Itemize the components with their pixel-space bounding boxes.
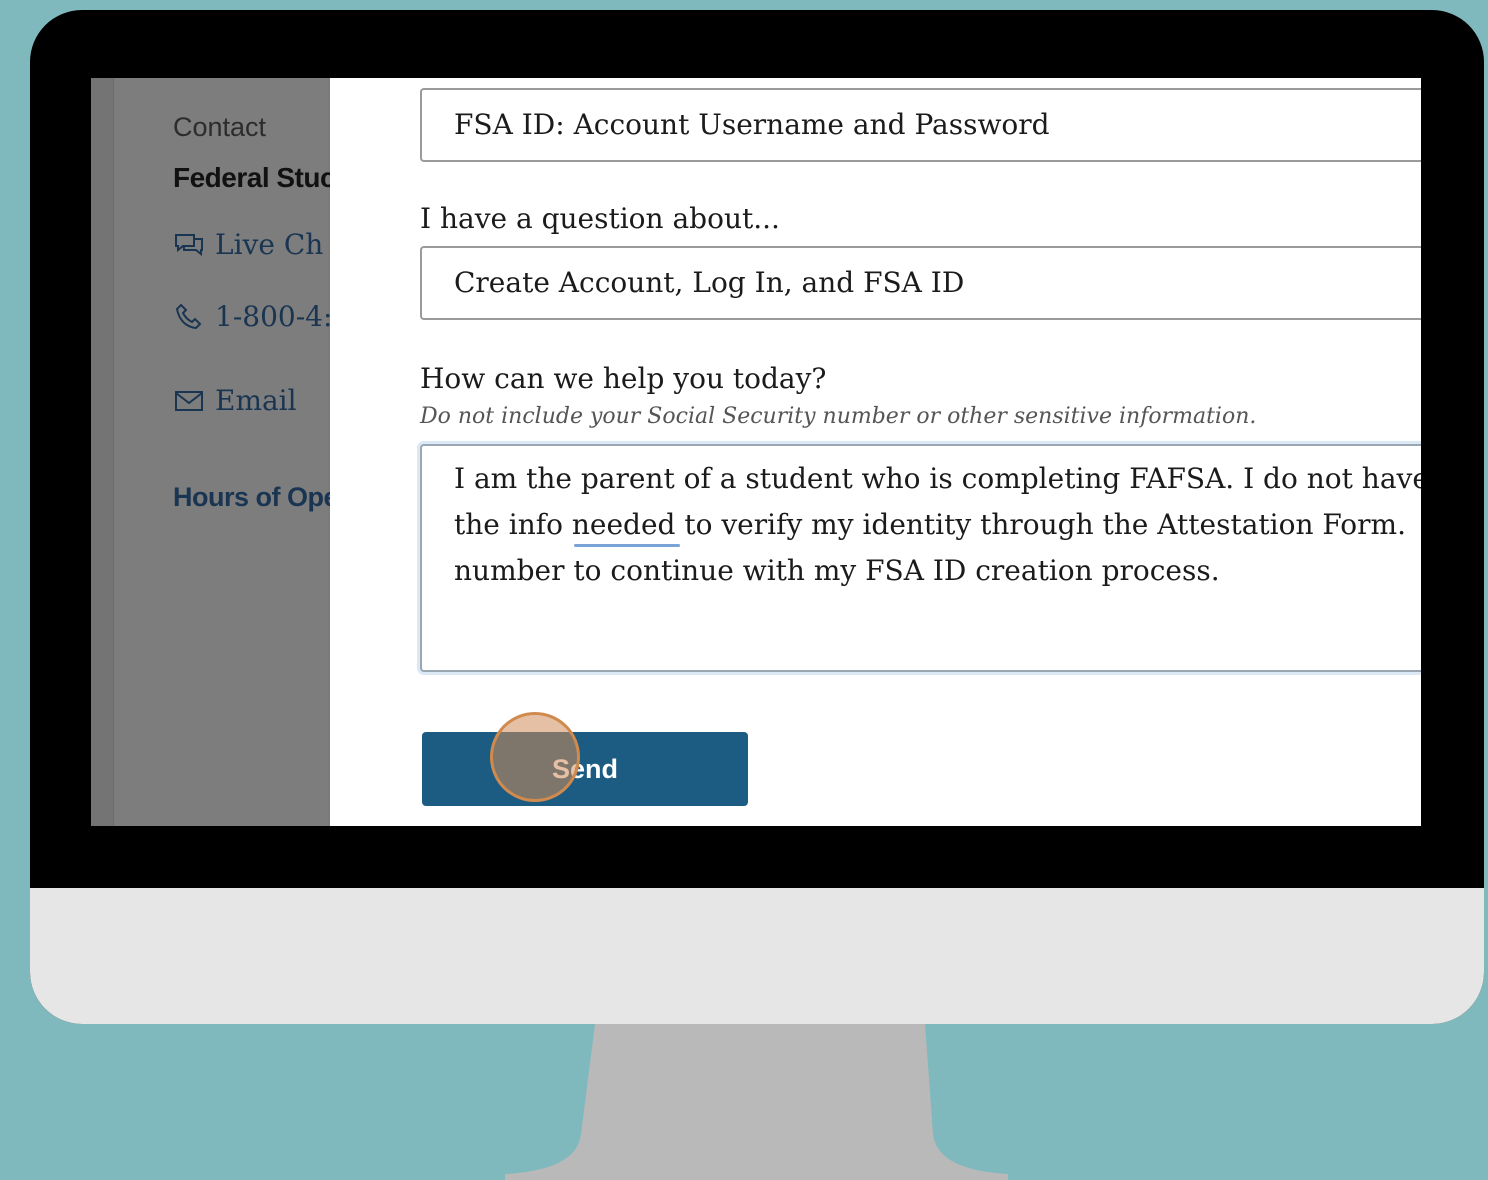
mail-icon: [175, 390, 203, 411]
help-label: How can we help you today?: [420, 362, 827, 395]
phone-icon: [175, 303, 202, 329]
message-line: the info needed to verify my identity th…: [454, 508, 1406, 541]
question-select[interactable]: Create Account, Log In, and FSA ID: [420, 246, 1421, 320]
send-button[interactable]: Send: [422, 732, 748, 806]
email-link[interactable]: Email: [173, 384, 297, 417]
live-chat-link[interactable]: Live Ch: [173, 228, 323, 261]
monitor-stand: [505, 1024, 1008, 1180]
chat-icon: [175, 233, 203, 256]
hours-of-operation-link[interactable]: Hours of Ope: [173, 482, 339, 513]
contact-label: Contact: [173, 112, 267, 142]
org-name: Federal Stuc: [173, 162, 336, 193]
monitor-chin: [30, 888, 1484, 1024]
spellcheck-underline: [574, 544, 680, 547]
monitor-frame: Contact Federal Stuc Live Ch 1-800-4: Em…: [30, 10, 1484, 1024]
help-hint: Do not include your Social Security numb…: [420, 404, 1257, 429]
message-textarea[interactable]: I am the parent of a student who is comp…: [420, 444, 1421, 672]
sidebar-rail: [91, 78, 114, 826]
topic-select[interactable]: FSA ID: Account Username and Password: [420, 88, 1421, 162]
live-chat-label: Live Ch: [215, 228, 324, 261]
topic-value: FSA ID: Account Username and Password: [454, 108, 1050, 141]
click-indicator: [490, 712, 580, 802]
message-line: I am the parent of a student who is comp…: [454, 462, 1421, 495]
screen: Contact Federal Stuc Live Ch 1-800-4: Em…: [91, 78, 1421, 826]
question-label: I have a question about...: [420, 202, 780, 235]
contact-form: FSA ID: Account Username and Password I …: [330, 78, 1421, 826]
phone-label: 1-800-4:: [215, 300, 333, 333]
email-label: Email: [215, 384, 297, 417]
contact-sidebar: Contact Federal Stuc Live Ch 1-800-4: Em…: [91, 78, 339, 826]
phone-link[interactable]: 1-800-4:: [173, 300, 332, 333]
question-value: Create Account, Log In, and FSA ID: [454, 266, 965, 299]
message-line: number to continue with my FSA ID creati…: [454, 554, 1220, 587]
